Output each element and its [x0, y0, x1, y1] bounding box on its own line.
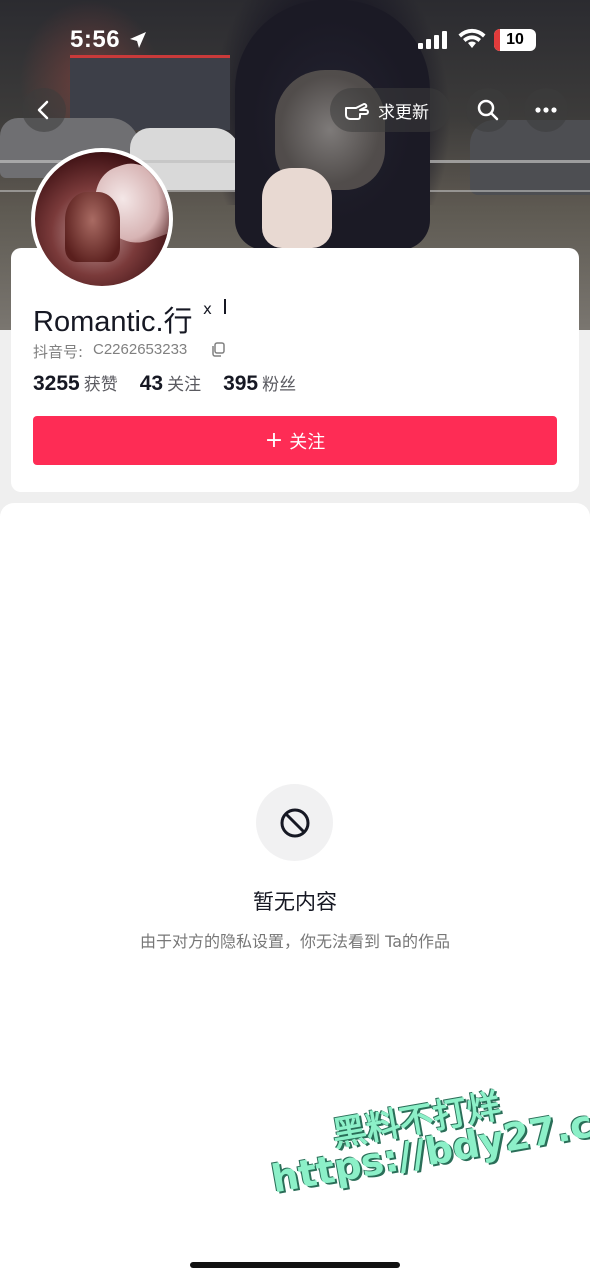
uid-label: 抖音号: [33, 343, 84, 361]
follow-label: 关注 [289, 431, 326, 453]
stat-followers[interactable]: 395 粉丝 [223, 370, 296, 396]
empty-state-description: 由于对方的隐私设置，你无法看到 Ta的作品 [139, 932, 451, 951]
home-indicator[interactable] [190, 1262, 400, 1268]
username: Romantic.行 [33, 306, 193, 338]
back-button[interactable] [22, 88, 66, 132]
more-icon [535, 107, 557, 113]
search-button[interactable] [466, 88, 510, 132]
uid-value: C2262653233 [93, 341, 188, 358]
avatar-figure-art [65, 192, 120, 262]
empty-state-badge [256, 784, 333, 861]
location-arrow-icon [130, 32, 146, 48]
username-suffix: x [203, 300, 212, 318]
stat-followers-label: 粉丝 [262, 375, 297, 395]
plus-icon: + [264, 427, 284, 453]
stat-following-value: 43 [139, 372, 164, 395]
more-button[interactable] [524, 88, 568, 132]
stat-following-label: 关注 [167, 375, 202, 395]
search-icon [477, 99, 499, 121]
prohibited-icon [280, 808, 309, 837]
cellular-signal-icon [418, 31, 447, 49]
urge-update-button[interactable]: 求更新 [330, 88, 450, 132]
copy-icon[interactable] [211, 342, 225, 357]
follow-button[interactable]: + 关注 [33, 416, 557, 465]
stat-likes-label: 获赞 [83, 375, 118, 395]
battery-level: 10 [506, 31, 524, 48]
battery-indicator: 10 [494, 29, 536, 51]
stat-followers-value: 395 [223, 372, 259, 395]
username-suffix-bar [224, 299, 226, 314]
profile-stats: 3255 获赞 43 关注 395 粉丝 [33, 370, 318, 396]
wifi-icon [458, 28, 486, 48]
stat-likes-value: 3255 [33, 372, 80, 395]
stat-following[interactable]: 43 关注 [140, 370, 201, 396]
avatar[interactable] [31, 148, 173, 290]
stat-likes[interactable]: 3255 获赞 [33, 370, 118, 396]
cover-person-hand [262, 168, 332, 248]
urge-update-label: 求更新 [378, 102, 429, 123]
pointing-hand-icon [345, 103, 369, 120]
status-time: 5:56 [70, 26, 121, 53]
empty-state-title: 暂无内容 [253, 890, 337, 914]
back-icon [37, 100, 49, 120]
